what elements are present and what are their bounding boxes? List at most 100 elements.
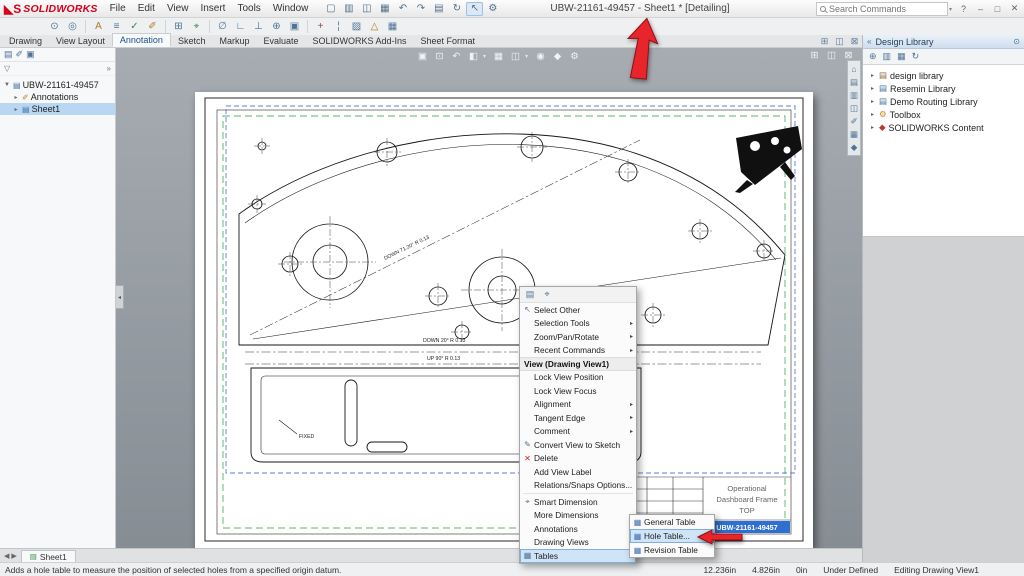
library-item-solidworks-content[interactable]: ▸ ◆ SOLIDWORKS Content bbox=[865, 121, 1022, 134]
menu-file[interactable]: File bbox=[104, 0, 132, 18]
resources-icon[interactable]: ⌂ bbox=[848, 63, 860, 75]
library-item-resemin-library[interactable]: ▸ ▤ Resemin Library bbox=[865, 82, 1022, 95]
view-palette-icon[interactable]: ◫ bbox=[848, 102, 860, 114]
part-outline[interactable] bbox=[239, 134, 785, 345]
ctx-item-delete[interactable]: ✕ Delete bbox=[520, 452, 636, 466]
model-items-icon[interactable]: ⊞ bbox=[170, 19, 187, 34]
redo-icon[interactable]: ↷ bbox=[412, 2, 429, 16]
pane-grid-icon[interactable]: ⊞ bbox=[817, 35, 832, 47]
pane-grid-icon[interactable]: ⊞ bbox=[807, 49, 822, 62]
view-orientation-icon[interactable]: ▦ bbox=[491, 50, 506, 63]
expander-icon[interactable]: ▸ bbox=[12, 94, 20, 101]
custom-properties-icon[interactable]: ▦ bbox=[848, 128, 860, 140]
ctx-item-more-dimensions[interactable]: More Dimensions ▸ bbox=[520, 509, 636, 523]
graphics-area[interactable]: DOWN 71.20° R 0.13 DOWN 20° R 0.13 UP 90… bbox=[116, 48, 862, 548]
menu-view[interactable]: View bbox=[161, 0, 195, 18]
tree-item-sheet1[interactable]: ▸ ▤ Sheet1 bbox=[0, 103, 115, 115]
hole-small[interactable] bbox=[753, 240, 775, 262]
smart-dimension-icon[interactable]: ⌖ bbox=[540, 288, 554, 301]
center-mark-icon[interactable]: + bbox=[312, 19, 329, 34]
hide-show-items-icon[interactable]: ◉ bbox=[533, 50, 548, 63]
ctx-item-relations-snaps-options[interactable]: Relations/Snaps Options... bbox=[520, 479, 636, 493]
expander-icon[interactable]: ▼ bbox=[3, 82, 11, 88]
ctx-item-alignment[interactable]: Alignment ▸ bbox=[520, 398, 636, 412]
featuremanager-tab-icon[interactable]: ▤ bbox=[4, 49, 13, 60]
balloon-icon[interactable]: ⊙ bbox=[46, 19, 63, 34]
help-icon[interactable]: ? bbox=[956, 2, 971, 15]
ctx-item-recent-commands[interactable]: Recent Commands ▸ bbox=[520, 344, 636, 358]
rebuild-icon[interactable]: ↻ bbox=[448, 2, 465, 16]
tab-drawing[interactable]: Drawing bbox=[2, 35, 49, 47]
geometric-tolerance-icon[interactable]: ⊕ bbox=[268, 19, 285, 34]
add-to-library-icon[interactable]: ⊕ bbox=[869, 51, 877, 62]
file-explorer-icon[interactable]: ▥ bbox=[848, 89, 860, 101]
hole-small[interactable] bbox=[688, 219, 712, 243]
ctx-item-add-view-label[interactable]: Add View Label bbox=[520, 465, 636, 479]
datum-feature-icon[interactable]: ▣ bbox=[286, 19, 303, 34]
ctx-item-select-other[interactable]: ↖ Select Other bbox=[520, 303, 636, 317]
ctx-item-annotations[interactable]: Annotations ▸ bbox=[520, 522, 636, 536]
ctx-item-tangent-edge[interactable]: Tangent Edge ▸ bbox=[520, 411, 636, 425]
close-icon[interactable]: ✕ bbox=[1007, 2, 1022, 15]
ctx-item-selection-tools[interactable]: Selection Tools ▸ bbox=[520, 317, 636, 331]
design-library-icon[interactable]: ▤ bbox=[848, 76, 860, 88]
ctx-item-tables[interactable]: ▦ Tables ▸ bbox=[520, 549, 636, 563]
library-item-design-library[interactable]: ▸ ▤ design library bbox=[865, 69, 1022, 82]
file-properties-icon[interactable]: ▤ bbox=[430, 2, 447, 16]
search-input[interactable] bbox=[829, 4, 946, 14]
dropdown-icon[interactable]: ▾ bbox=[483, 53, 489, 60]
pin-icon[interactable]: ⊙ bbox=[1013, 37, 1020, 46]
expander-icon[interactable]: ▸ bbox=[869, 72, 876, 79]
zoom-to-fit-icon[interactable]: ▣ bbox=[415, 50, 430, 63]
configurationmanager-tab-icon[interactable]: ▣ bbox=[26, 49, 35, 60]
tab-sketch[interactable]: Sketch bbox=[171, 35, 213, 47]
tab-view-layout[interactable]: View Layout bbox=[49, 35, 112, 47]
tab-solidworks-add-ins[interactable]: SOLIDWORKS Add-Ins bbox=[306, 35, 414, 47]
collapse-pane-icon[interactable]: « bbox=[867, 37, 871, 46]
spell-checker-icon[interactable]: ✓ bbox=[126, 19, 143, 34]
new-document-icon[interactable]: ▢ bbox=[322, 2, 339, 16]
expander-icon[interactable]: ▸ bbox=[869, 111, 876, 118]
dropdown-icon[interactable]: ▾ bbox=[525, 53, 531, 60]
menu-tools[interactable]: Tools bbox=[231, 0, 266, 18]
select-tool-icon[interactable]: ↖ bbox=[466, 2, 483, 16]
linear-note-pattern-icon[interactable]: ≡ bbox=[108, 19, 125, 34]
hole-small[interactable] bbox=[615, 159, 641, 185]
undo-icon[interactable]: ↶ bbox=[394, 2, 411, 16]
maximize-icon[interactable]: □ bbox=[990, 2, 1005, 15]
filter-icon[interactable]: ▽ bbox=[4, 64, 10, 73]
print-icon[interactable]: ▦ bbox=[376, 2, 393, 16]
format-painter-icon[interactable]: ✐ bbox=[144, 19, 161, 34]
expander-icon[interactable]: ▸ bbox=[869, 98, 876, 105]
library-item-demo-routing-library[interactable]: ▸ ▤ Demo Routing Library bbox=[865, 95, 1022, 108]
drawing-view-icon[interactable]: ▤ bbox=[523, 288, 537, 301]
weld-symbol-icon[interactable]: ⊥ bbox=[250, 19, 267, 34]
ctx-item-lock-view-focus[interactable]: Lock View Focus bbox=[520, 384, 636, 398]
solidworks-content-icon[interactable]: ◆ bbox=[848, 141, 860, 153]
pane-display-icon[interactable]: ◫ bbox=[832, 35, 847, 47]
search-dropdown-icon[interactable]: ▾ bbox=[949, 6, 952, 13]
refresh-icon[interactable]: ↻ bbox=[912, 51, 920, 62]
create-new-folder-icon[interactable]: ▦ bbox=[897, 51, 906, 62]
tab-annotation[interactable]: Annotation bbox=[112, 33, 171, 47]
edit-appearance-icon[interactable]: ◆ bbox=[550, 50, 565, 63]
tree-root-row[interactable]: ▼ ▤ UBW-21161-49457 bbox=[0, 79, 115, 91]
panel-collapse-handle[interactable]: ◂ bbox=[116, 285, 124, 309]
menu-edit[interactable]: Edit bbox=[132, 0, 161, 18]
expander-icon[interactable]: ▸ bbox=[12, 106, 20, 113]
appearances-icon[interactable]: ✐ bbox=[848, 115, 860, 127]
surface-finish-icon[interactable]: ∟ bbox=[232, 19, 249, 34]
expander-icon[interactable]: ▸ bbox=[869, 85, 876, 92]
note-icon[interactable]: A bbox=[90, 19, 107, 34]
hole-small[interactable] bbox=[278, 252, 302, 276]
save-icon[interactable]: ◫ bbox=[358, 2, 375, 16]
ctx-item-comment[interactable]: Comment ▸ bbox=[520, 425, 636, 439]
sheet-tab-sheet1[interactable]: ▤ Sheet1 bbox=[21, 550, 76, 563]
section-view-icon[interactable]: ◧ bbox=[466, 50, 481, 63]
tab-markup[interactable]: Markup bbox=[212, 35, 256, 47]
view-settings-icon[interactable]: ⚙ bbox=[567, 50, 582, 63]
ctx-item-lock-view-position[interactable]: Lock View Position bbox=[520, 371, 636, 385]
hole-small[interactable] bbox=[425, 283, 451, 309]
ctx-item-zoom-pan-rotate[interactable]: Zoom/Pan/Rotate ▸ bbox=[520, 330, 636, 344]
area-hatch-icon[interactable]: ▨ bbox=[348, 19, 365, 34]
